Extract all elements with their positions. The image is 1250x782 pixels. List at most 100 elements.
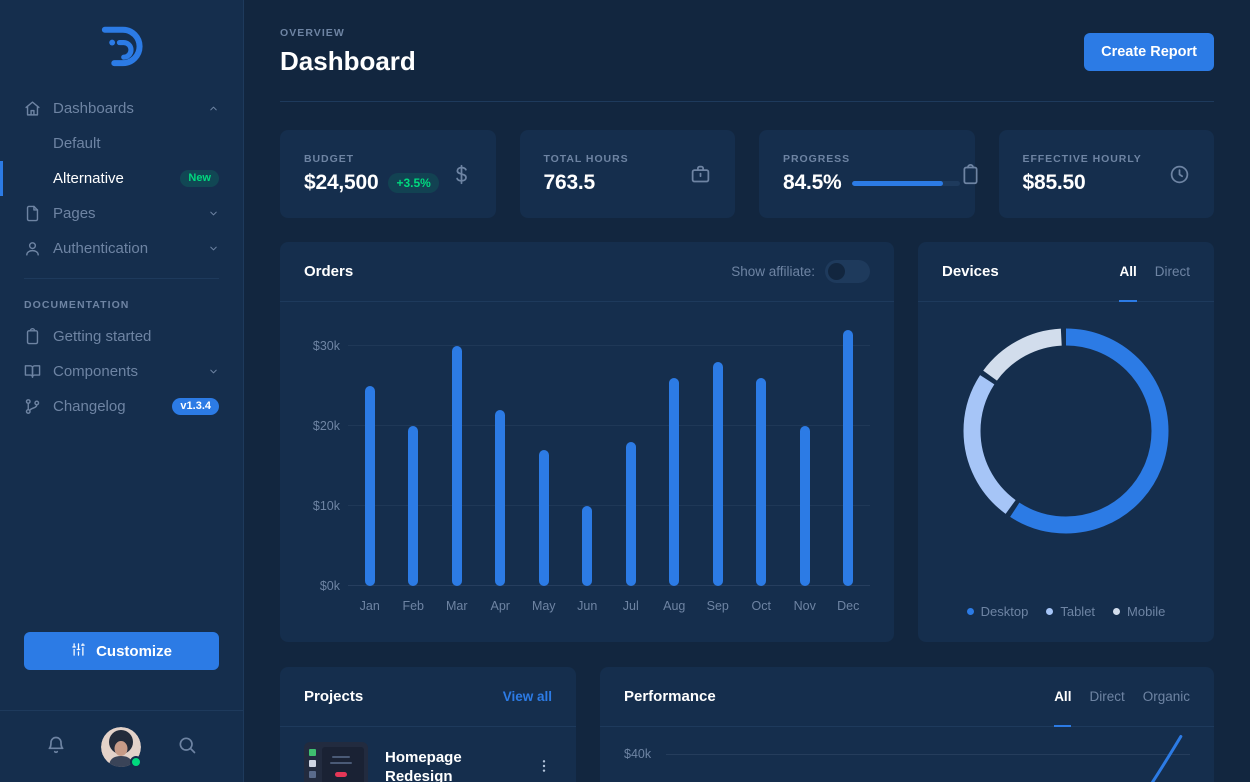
sidebar: Dashboards Default Alternative New Pages Auth… <box>0 0 244 782</box>
affiliate-toggle[interactable] <box>825 260 870 283</box>
legend-label: Desktop <box>981 604 1029 619</box>
devices-tab-direct[interactable]: Direct <box>1155 242 1190 301</box>
affiliate-toggle-label: Show affiliate: <box>731 264 815 279</box>
project-menu-button[interactable] <box>536 758 552 777</box>
sidebar-item-dashboards[interactable]: Dashboards <box>0 91 243 126</box>
sidebar-item-changelog[interactable]: Changelogv1.3.4 <box>0 389 243 424</box>
devices-card: Devices AllDirect DesktopTabletMobile <box>918 242 1214 642</box>
project-thumbnail <box>304 742 368 782</box>
project-title: Homepage Redesign <box>385 748 495 782</box>
performance-tab-organic[interactable]: Organic <box>1143 667 1190 726</box>
x-axis-tick: May <box>522 599 566 613</box>
performance-tabs: All Direct Organic <box>1054 667 1190 726</box>
clock-icon <box>1169 164 1190 185</box>
file-icon <box>24 205 41 222</box>
sidebar-item-label: Changelog <box>53 398 126 415</box>
orders-title: Orders <box>304 263 353 280</box>
stat-card-budget: BUDGET $24,500 +3.5% <box>280 130 496 218</box>
bar-dec <box>843 330 853 586</box>
stat-change-badge: +3.5% <box>388 173 438 193</box>
chevron-up-icon <box>208 103 219 114</box>
sidebar-docs-nav: Getting startedComponentsChangelogv1.3.4 <box>0 319 243 424</box>
projects-card: Projects View all Homepage Redesign <box>280 667 576 782</box>
page-title: Dashboard <box>280 46 416 77</box>
sidebar-nav: Dashboards Default Alternative New Pages Auth… <box>0 91 243 266</box>
sidebar-item-authentication[interactable]: Authentication <box>0 231 243 266</box>
clipboard-icon <box>24 328 41 345</box>
kebab-icon <box>536 758 552 777</box>
sidebar-item-default[interactable]: Default <box>0 126 243 161</box>
y-axis-tick: $10k <box>304 499 340 513</box>
view-all-link[interactable]: View all <box>503 689 552 704</box>
legend-dot <box>1113 608 1120 615</box>
main-content: OVERVIEW Dashboard Create Report BUDGET $… <box>244 0 1250 782</box>
performance-tab-direct[interactable]: Direct <box>1089 667 1124 726</box>
sidebar-item-pages[interactable]: Pages <box>0 196 243 231</box>
chevron-down-icon <box>208 208 219 219</box>
search-icon <box>177 735 197 758</box>
stat-card-total-hours: TOTAL HOURS 763.5 <box>520 130 736 218</box>
dashkit-logo[interactable] <box>94 22 150 75</box>
progress-bar <box>852 181 960 186</box>
chevron-down-icon <box>208 243 219 254</box>
projects-title: Projects <box>304 688 363 705</box>
avatar[interactable] <box>101 727 141 767</box>
create-report-button[interactable]: Create Report <box>1084 33 1214 71</box>
stat-value: $85.50 <box>1023 171 1086 195</box>
briefcase-icon <box>690 164 711 185</box>
bar-nov <box>800 426 810 586</box>
sidebar-item-getting-started[interactable]: Getting started <box>0 319 243 354</box>
customize-button[interactable]: Customize <box>24 632 219 670</box>
x-axis-tick: Dec <box>827 599 871 613</box>
bar-oct <box>756 378 766 586</box>
stat-value: 763.5 <box>544 171 596 195</box>
bar-sep <box>713 362 723 586</box>
toggle-knob <box>828 263 845 280</box>
stats-row: BUDGET $24,500 +3.5% TOTAL HOURS 763.5 PROGRE… <box>280 130 1214 218</box>
devices-tabs: All Direct <box>1119 242 1190 301</box>
stat-label: EFFECTIVE HOURLY <box>1023 153 1142 165</box>
orders-card: Orders Show affiliate: $0k$10k$20k$30k J… <box>280 242 894 642</box>
performance-tab-all[interactable]: All <box>1054 667 1071 726</box>
x-axis-tick: Oct <box>740 599 784 613</box>
devices-tab-all[interactable]: All <box>1119 242 1136 301</box>
sidebar-section-title: DOCUMENTATION <box>0 279 243 319</box>
performance-title: Performance <box>624 688 716 705</box>
project-item-homepage-redesign[interactable]: Homepage Redesign <box>280 727 576 782</box>
home-icon <box>24 100 41 117</box>
legend-item-desktop: Desktop <box>967 604 1029 619</box>
legend-item-mobile: Mobile <box>1113 604 1165 619</box>
bar-jan <box>365 386 375 586</box>
stat-label: BUDGET <box>304 153 439 165</box>
bar-jun <box>582 506 592 586</box>
x-axis-tick: Feb <box>392 599 436 613</box>
y-axis-tick: $30k <box>304 339 340 353</box>
sidebar-item-alternative[interactable]: Alternative New <box>0 161 243 196</box>
sidebar-item-label: Dashboards <box>53 100 134 117</box>
page-eyebrow: OVERVIEW <box>280 27 416 39</box>
sidebar-item-label: Pages <box>53 205 96 222</box>
stat-card-progress: PROGRESS84.5% <box>759 130 975 218</box>
legend-label: Tablet <box>1060 604 1095 619</box>
bell-icon <box>46 735 66 758</box>
legend-item-tablet: Tablet <box>1046 604 1095 619</box>
sidebar-item-label: Alternative <box>53 170 124 187</box>
stat-value: $24,500 <box>304 171 378 195</box>
projects-list: Homepage Redesign <box>280 727 576 782</box>
sidebar-bottom-bar <box>0 710 243 782</box>
performance-line-chart: $40k <box>600 727 1214 782</box>
stat-label: TOTAL HOURS <box>544 153 629 165</box>
bar-may <box>539 450 549 586</box>
badge-new: New <box>180 170 219 187</box>
sliders-icon <box>71 642 86 661</box>
bar-apr <box>495 410 505 586</box>
y-axis-tick: $0k <box>304 579 340 593</box>
sidebar-item-label: Default <box>53 135 101 152</box>
git-branch-icon <box>24 398 41 415</box>
x-axis-tick: Jan <box>348 599 392 613</box>
notifications-button[interactable] <box>46 735 66 758</box>
legend-dot <box>967 608 974 615</box>
sidebar-item-components[interactable]: Components <box>0 354 243 389</box>
performance-line <box>1153 737 1181 782</box>
search-button[interactable] <box>177 735 197 758</box>
